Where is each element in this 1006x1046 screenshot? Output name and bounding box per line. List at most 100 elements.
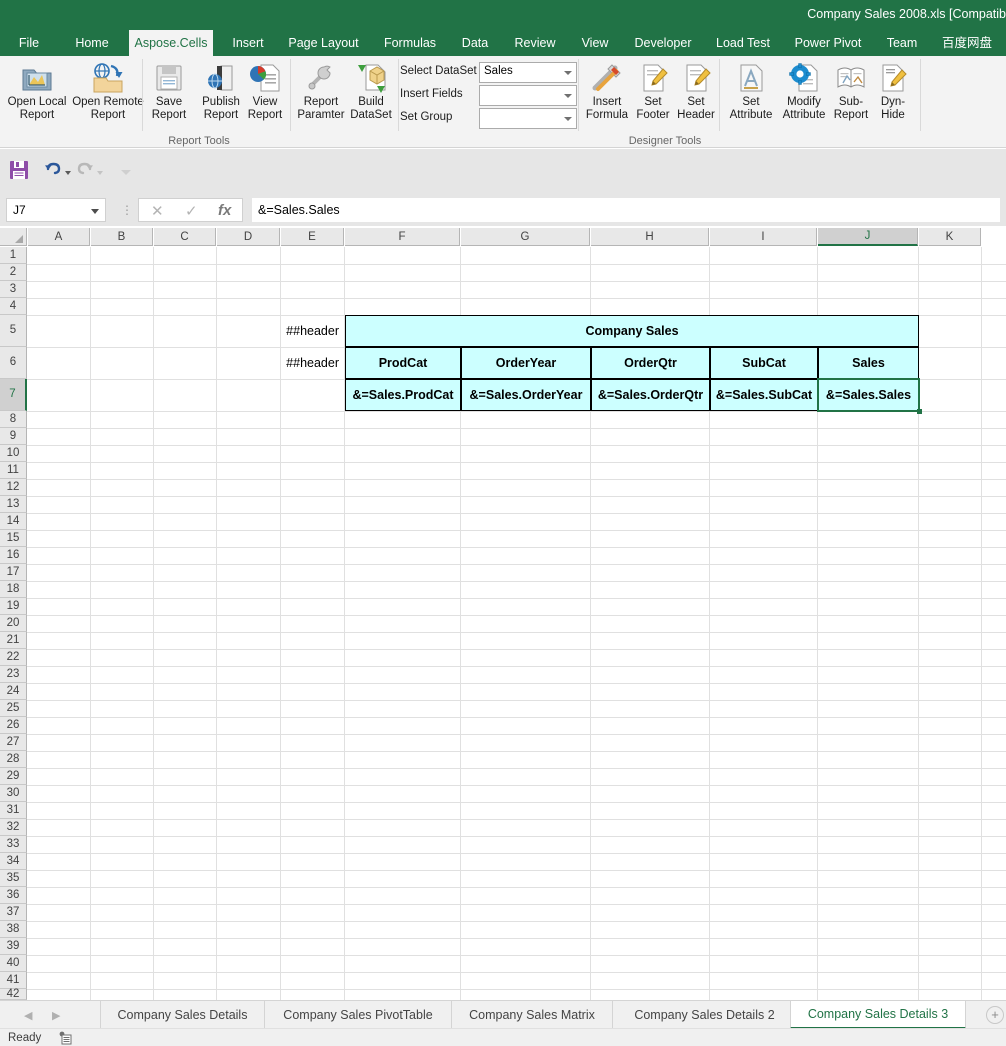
ribbon-tab-aspose-cells[interactable]: Aspose.Cells bbox=[129, 30, 213, 56]
ribbon-tab-load-test[interactable]: Load Test bbox=[710, 30, 776, 56]
row-header-26[interactable]: 26 bbox=[0, 717, 27, 734]
column-header-I[interactable]: I bbox=[710, 228, 817, 246]
header-marker-cell[interactable]: ##header bbox=[281, 347, 339, 379]
row-header-10[interactable]: 10 bbox=[0, 445, 27, 462]
sheet-tab-company-sales-details[interactable]: Company Sales Details bbox=[100, 1001, 264, 1029]
open-remote-report-button[interactable]: Open Remote Report bbox=[71, 58, 145, 134]
row-header-30[interactable]: 30 bbox=[0, 785, 27, 802]
chevron-down-icon[interactable] bbox=[564, 94, 572, 98]
sheet-tab-company-sales-details-2[interactable]: Company Sales Details 2 bbox=[612, 1001, 796, 1029]
accept-icon[interactable]: ✓ bbox=[185, 202, 198, 220]
row-header-19[interactable]: 19 bbox=[0, 598, 27, 615]
table-column-header-cell[interactable]: ProdCat bbox=[345, 347, 461, 379]
ribbon-tab-home[interactable]: Home bbox=[62, 30, 122, 56]
row-header-2[interactable]: 2 bbox=[0, 264, 27, 281]
formula-input[interactable]: &=Sales.Sales bbox=[252, 198, 1000, 222]
column-header-K[interactable]: K bbox=[919, 228, 981, 246]
ribbon-tab-[interactable]: 百度网盘 bbox=[933, 30, 1001, 56]
row-header-8[interactable]: 8 bbox=[0, 411, 27, 428]
modify-attribute-button[interactable]: Modify Attribute bbox=[777, 58, 831, 134]
ribbon-tab-team[interactable]: Team bbox=[880, 30, 924, 56]
column-header-J[interactable]: J bbox=[818, 228, 918, 246]
table-title-cell[interactable]: Company Sales bbox=[345, 315, 919, 347]
table-data-marker-cell[interactable]: &=Sales.ProdCat bbox=[345, 379, 461, 411]
row-header-39[interactable]: 39 bbox=[0, 938, 27, 955]
ribbon-tab-page-layout[interactable]: Page Layout bbox=[281, 30, 366, 56]
row-header-6[interactable]: 6 bbox=[0, 347, 27, 379]
table-column-header-cell[interactable]: OrderQtr bbox=[591, 347, 710, 379]
table-data-marker-cell[interactable]: &=Sales.SubCat bbox=[710, 379, 818, 411]
chevron-down-icon[interactable] bbox=[564, 71, 572, 75]
row-header-7[interactable]: 7 bbox=[0, 379, 27, 411]
save-report-button[interactable]: Save Report bbox=[145, 58, 193, 134]
row-header-15[interactable]: 15 bbox=[0, 530, 27, 547]
view-report-button[interactable]: View Report bbox=[240, 58, 290, 134]
row-header-17[interactable]: 17 bbox=[0, 564, 27, 581]
chevron-down-icon[interactable] bbox=[564, 117, 572, 121]
set-footer-button[interactable]: Set Footer bbox=[631, 58, 675, 134]
publish-report-button[interactable]: Publish Report bbox=[196, 58, 246, 134]
row-header-27[interactable]: 27 bbox=[0, 734, 27, 751]
row-header-24[interactable]: 24 bbox=[0, 683, 27, 700]
row-header-31[interactable]: 31 bbox=[0, 802, 27, 819]
ribbon-tab-file[interactable]: File bbox=[6, 30, 52, 56]
name-box[interactable]: J7 bbox=[6, 198, 106, 222]
set-attribute-button[interactable]: Set Attribute bbox=[724, 58, 778, 134]
row-header-25[interactable]: 25 bbox=[0, 700, 27, 717]
row-header-29[interactable]: 29 bbox=[0, 768, 27, 785]
save-icon[interactable] bbox=[9, 160, 29, 185]
table-data-marker-cell[interactable]: &=Sales.OrderQtr bbox=[591, 379, 710, 411]
row-header-5[interactable]: 5 bbox=[0, 315, 27, 347]
undo-dropdown-arrow[interactable] bbox=[65, 171, 71, 175]
row-header-14[interactable]: 14 bbox=[0, 513, 27, 530]
chevron-down-icon[interactable] bbox=[91, 209, 99, 214]
table-column-header-cell[interactable]: Sales bbox=[818, 347, 919, 379]
worksheet-grid[interactable]: ABCDEFGHIJK 1 2 3 4 5 6 7 8 9 10 11 12 13 14 15 16 17 18 1… bbox=[0, 228, 1006, 1000]
row-header-18[interactable]: 18 bbox=[0, 581, 27, 598]
row-header-35[interactable]: 35 bbox=[0, 870, 27, 887]
table-column-header-cell[interactable]: SubCat bbox=[710, 347, 818, 379]
insert-fields-combo[interactable] bbox=[479, 85, 577, 106]
row-header-3[interactable]: 3 bbox=[0, 281, 27, 298]
ribbon-tab-view[interactable]: View bbox=[575, 30, 615, 56]
row-header-22[interactable]: 22 bbox=[0, 649, 27, 666]
row-header-9[interactable]: 9 bbox=[0, 428, 27, 445]
set-group-combo[interactable] bbox=[479, 108, 577, 129]
select-dataset-combo[interactable]: Sales bbox=[479, 62, 577, 83]
row-header-21[interactable]: 21 bbox=[0, 632, 27, 649]
row-header-40[interactable]: 40 bbox=[0, 955, 27, 972]
row-header-41[interactable]: 41 bbox=[0, 972, 27, 989]
sheet-tab-company-sales-pivottable[interactable]: Company Sales PivotTable bbox=[264, 1001, 451, 1029]
report-parameter-button[interactable]: Report Paramter bbox=[293, 58, 349, 134]
column-header-B[interactable]: B bbox=[91, 228, 153, 246]
sheet-tab-company-sales-matrix[interactable]: Company Sales Matrix bbox=[451, 1001, 612, 1029]
row-header-23[interactable]: 23 bbox=[0, 666, 27, 683]
sheet-tab-company-sales-details-3[interactable]: Company Sales Details 3 bbox=[790, 1001, 966, 1029]
sub-report-button[interactable]: Sub- Report bbox=[828, 58, 874, 134]
row-header-20[interactable]: 20 bbox=[0, 615, 27, 632]
table-data-marker-cell[interactable]: &=Sales.Sales bbox=[818, 379, 919, 411]
table-column-header-cell[interactable]: OrderYear bbox=[461, 347, 591, 379]
row-header-34[interactable]: 34 bbox=[0, 853, 27, 870]
cancel-icon[interactable]: ✕ bbox=[151, 202, 164, 220]
table-data-marker-cell[interactable]: &=Sales.OrderYear bbox=[461, 379, 591, 411]
column-header-H[interactable]: H bbox=[591, 228, 709, 246]
insert-formula-button[interactable]: Insert Formula bbox=[583, 58, 631, 134]
add-sheet-button[interactable]: + bbox=[986, 1006, 1004, 1024]
ribbon-tab-power-pivot[interactable]: Power Pivot bbox=[784, 30, 872, 56]
row-header-37[interactable]: 37 bbox=[0, 904, 27, 921]
row-header-16[interactable]: 16 bbox=[0, 547, 27, 564]
insert-function-icon[interactable]: fx bbox=[218, 202, 231, 219]
column-header-D[interactable]: D bbox=[217, 228, 280, 246]
ribbon-tab-data[interactable]: Data bbox=[455, 30, 495, 56]
row-header-42[interactable]: 42 bbox=[0, 988, 27, 1000]
row-header-36[interactable]: 36 bbox=[0, 887, 27, 904]
row-header-28[interactable]: 28 bbox=[0, 751, 27, 768]
row-header-1[interactable]: 1 bbox=[0, 247, 27, 264]
prev-sheet-arrow[interactable]: ◀ bbox=[24, 1009, 32, 1022]
fill-handle[interactable] bbox=[917, 409, 922, 414]
build-dataset-button[interactable]: Build DataSet bbox=[346, 58, 396, 134]
dyn-hide-button[interactable]: Dyn- Hide bbox=[872, 58, 914, 134]
header-marker-cell[interactable]: ##header bbox=[281, 315, 339, 347]
column-header-C[interactable]: C bbox=[154, 228, 216, 246]
